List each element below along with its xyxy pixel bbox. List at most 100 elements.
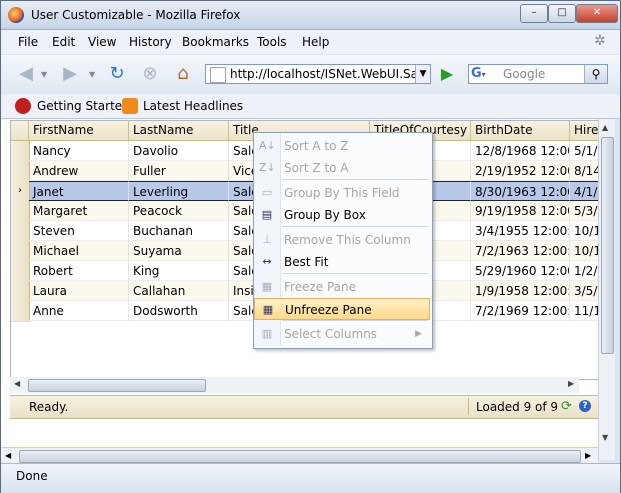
- column-header-birthdate[interactable]: BirthDate: [471, 121, 570, 140]
- search-icon[interactable]: ⚲: [584, 65, 607, 83]
- row-header[interactable]: ›: [11, 181, 30, 202]
- cell-firstname[interactable]: Andrew: [29, 161, 129, 181]
- cell-hire[interactable]: 4/1/: [570, 181, 599, 201]
- menu-item-unfreeze-pane[interactable]: ▦ Unfreeze Pane: [254, 298, 430, 320]
- sort-desc-icon: Z↓: [259, 161, 276, 174]
- cell-hire[interactable]: 5/1/: [570, 141, 599, 161]
- menu-item-sort-z-to-a[interactable]: Z↓ Sort Z to A: [254, 157, 430, 179]
- cell-birthdate[interactable]: 8/30/1963 12:00: [471, 181, 570, 201]
- forward-icon[interactable]: ▶: [57, 61, 83, 87]
- url-dropdown-icon[interactable]: ▼: [415, 65, 430, 83]
- cell-lastname[interactable]: Dodsworth: [129, 301, 229, 321]
- forward-history-icon[interactable]: ▼: [89, 70, 95, 79]
- page-scroll-right-icon[interactable]: ▶: [585, 451, 591, 460]
- cell-firstname[interactable]: Steven: [29, 221, 129, 241]
- cell-birthdate[interactable]: 7/2/1969 12:00:: [471, 301, 570, 321]
- cell-firstname[interactable]: Janet: [29, 181, 129, 201]
- grid-horizontal-scrollbar[interactable]: ◀ ▶: [10, 377, 579, 393]
- bookmark-getting-started[interactable]: Getting Started: [37, 99, 130, 113]
- reload-icon[interactable]: ↻: [104, 61, 130, 87]
- cell-hire[interactable]: 10/1: [570, 221, 599, 241]
- page-scroll-thumb[interactable]: [601, 137, 614, 354]
- menu-item-best-fit[interactable]: ↔ Best Fit: [254, 251, 430, 273]
- menu-item-freeze-pane[interactable]: ▦ Freeze Pane: [254, 276, 430, 298]
- menu-tools[interactable]: Tools: [257, 35, 287, 49]
- row-header[interactable]: [11, 161, 30, 182]
- maximize-button[interactable]: □: [548, 4, 576, 23]
- cell-birthdate[interactable]: 7/2/1963 12:00:: [471, 241, 570, 261]
- close-button[interactable]: ✕: [576, 4, 618, 23]
- menu-bookmarks[interactable]: Bookmarks: [182, 35, 249, 49]
- menu-help[interactable]: Help: [302, 35, 329, 49]
- row-header[interactable]: [11, 241, 30, 262]
- cell-birthdate[interactable]: 3/4/1955 12:00:: [471, 221, 570, 241]
- cell-lastname[interactable]: Buchanan: [129, 221, 229, 241]
- page-hscroll-thumb[interactable]: [19, 450, 581, 463]
- cell-firstname[interactable]: Margaret: [29, 201, 129, 221]
- cell-birthdate[interactable]: 12/8/1968 12:00: [471, 141, 570, 161]
- cell-lastname[interactable]: Fuller: [129, 161, 229, 181]
- column-header-lastname[interactable]: LastName: [129, 121, 229, 140]
- stop-icon[interactable]: ⊗: [137, 61, 163, 87]
- menu-item-sort-a-to-z[interactable]: A↓ Sort A to Z: [254, 135, 430, 157]
- cell-hire[interactable]: 5/3/: [570, 201, 599, 221]
- scroll-down-icon[interactable]: ▼: [602, 433, 608, 442]
- row-header[interactable]: [11, 281, 30, 302]
- row-header[interactable]: [11, 261, 30, 282]
- scroll-left-icon[interactable]: ◀: [14, 379, 20, 388]
- menu-item-group-by-this-field[interactable]: ▭ Group By This Field: [254, 182, 430, 204]
- menu-item-remove-this-column[interactable]: ⊥ Remove This Column: [254, 229, 430, 251]
- cell-firstname[interactable]: Robert: [29, 261, 129, 281]
- cell-birthdate[interactable]: 2/19/1952 12:00: [471, 161, 570, 181]
- cell-birthdate[interactable]: 9/19/1958 12:00: [471, 201, 570, 221]
- refresh-icon[interactable]: ⟳: [561, 399, 572, 414]
- cell-firstname[interactable]: Michael: [29, 241, 129, 261]
- row-header[interactable]: [11, 301, 30, 322]
- cell-hire[interactable]: 8/14: [570, 161, 599, 181]
- menu-history[interactable]: History: [129, 35, 172, 49]
- help-icon[interactable]: ?: [579, 400, 591, 412]
- back-history-icon[interactable]: ▼: [41, 70, 47, 79]
- menu-edit[interactable]: Edit: [52, 35, 75, 49]
- google-engine-icon[interactable]: G▾: [471, 66, 489, 82]
- cell-birthdate[interactable]: 1/9/1958 12:00:: [471, 281, 570, 301]
- scroll-up-icon[interactable]: ▲: [602, 123, 608, 132]
- cell-birthdate[interactable]: 5/29/1960 12:00: [471, 261, 570, 281]
- cell-firstname[interactable]: Anne: [29, 301, 129, 321]
- cell-hire[interactable]: 3/5/: [570, 281, 599, 301]
- cell-lastname[interactable]: Peacock: [129, 201, 229, 221]
- minimize-button[interactable]: –: [520, 4, 548, 23]
- page-vertical-scrollbar[interactable]: ▲ ▼: [598, 119, 615, 460]
- home-icon[interactable]: ⌂: [170, 61, 196, 87]
- cell-lastname[interactable]: Leverling: [129, 181, 229, 201]
- grid-status-loaded: Loaded 9 of 9: [476, 400, 559, 414]
- menu-view[interactable]: View: [88, 35, 116, 49]
- cell-hire[interactable]: 11/1: [570, 301, 599, 321]
- cell-lastname[interactable]: Davolio: [129, 141, 229, 161]
- cell-hire[interactable]: 1/2/: [570, 261, 599, 281]
- cell-lastname[interactable]: King: [129, 261, 229, 281]
- cell-lastname[interactable]: Suyama: [129, 241, 229, 261]
- row-header[interactable]: [11, 201, 30, 222]
- cell-lastname[interactable]: Callahan: [129, 281, 229, 301]
- column-header-firstname[interactable]: FirstName: [29, 121, 129, 140]
- page-scroll-left-icon[interactable]: ◀: [5, 451, 11, 460]
- column-header-hire[interactable]: Hire: [570, 121, 599, 140]
- menu-item-select-columns[interactable]: ▥ Select Columns ▶: [254, 323, 430, 345]
- back-icon[interactable]: ◀: [13, 61, 39, 87]
- browser-window: User Customizable - Mozilla Firefox – □ …: [0, 0, 621, 493]
- page-horizontal-scrollbar[interactable]: ◀ ▶: [1, 447, 598, 464]
- go-icon[interactable]: ▶: [438, 65, 456, 83]
- scroll-right-icon[interactable]: ▶: [568, 379, 574, 388]
- search-box[interactable]: G▾ Google ⚲: [468, 64, 608, 84]
- row-header[interactable]: [11, 221, 30, 242]
- row-header[interactable]: [11, 141, 30, 162]
- cell-hire[interactable]: 10/1: [570, 241, 599, 261]
- grid-scroll-thumb[interactable]: [28, 379, 206, 392]
- menu-file[interactable]: File: [18, 35, 38, 49]
- cell-firstname[interactable]: Laura: [29, 281, 129, 301]
- url-bar[interactable]: http://localhost/ISNet.WebUI.Samp ▼: [205, 64, 431, 84]
- bookmark-latest-headlines[interactable]: Latest Headlines: [143, 99, 243, 113]
- menu-item-group-by-box[interactable]: ▤ Group By Box: [254, 204, 430, 226]
- cell-firstname[interactable]: Nancy: [29, 141, 129, 161]
